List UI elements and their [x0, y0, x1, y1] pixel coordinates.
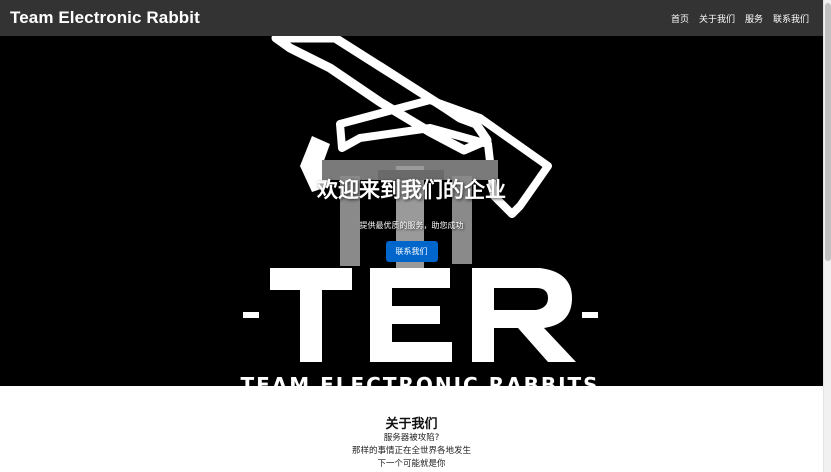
logo-letter-e-top — [370, 268, 450, 288]
about-line: 服务器被攻陷? — [383, 433, 440, 443]
scrollbar-thumb[interactable] — [825, 3, 831, 261]
about-title: 关于我们 — [385, 417, 438, 432]
nav-link-about[interactable]: 关于我们 — [699, 12, 735, 25]
about-section: 关于我们 服务器被攻陷? 那样的事情正在全世界各地发生 下一个可能就是你 — [0, 386, 823, 472]
logo-letter-r — [472, 268, 576, 362]
nav-link-home[interactable]: 首页 — [671, 12, 689, 25]
about-line: 那样的事情正在全世界各地发生 — [351, 446, 471, 456]
logo-dash-right — [582, 312, 598, 318]
contact-us-button[interactable]: 联系我们 — [385, 241, 438, 262]
hero-title: 欢迎来到我们的企业 — [317, 178, 506, 202]
logo-tagline: TEAM ELECTRONIC RABBITS — [240, 373, 599, 386]
page-scrollbar[interactable] — [823, 0, 831, 472]
logo-letter-t-stem — [300, 268, 322, 362]
site-brand[interactable]: Team Electronic Rabbit — [10, 8, 200, 28]
about-line: 下一个可能就是你 — [377, 459, 446, 469]
hero-content: 欢迎来到我们的企业 提供最优质的服务，助您成功 联系我们 — [0, 174, 823, 262]
hero-section: TEAM ELECTRONIC RABBITS 欢迎来到我们的企业 提供最优质的… — [0, 36, 823, 386]
nav-link-contact[interactable]: 联系我们 — [773, 12, 809, 25]
logo-letter-e-mid — [370, 306, 440, 324]
logo-dash-left — [243, 312, 259, 318]
top-navbar: Team Electronic Rabbit 首页 关于我们 服务 联系我们 — [0, 0, 823, 36]
hero-subtitle: 提供最优质的服务，助您成功 — [359, 221, 464, 230]
nav-link-services[interactable]: 服务 — [745, 12, 763, 25]
nav-links: 首页 关于我们 服务 联系我们 — [671, 12, 809, 25]
logo-letter-e-bottom — [370, 342, 452, 362]
